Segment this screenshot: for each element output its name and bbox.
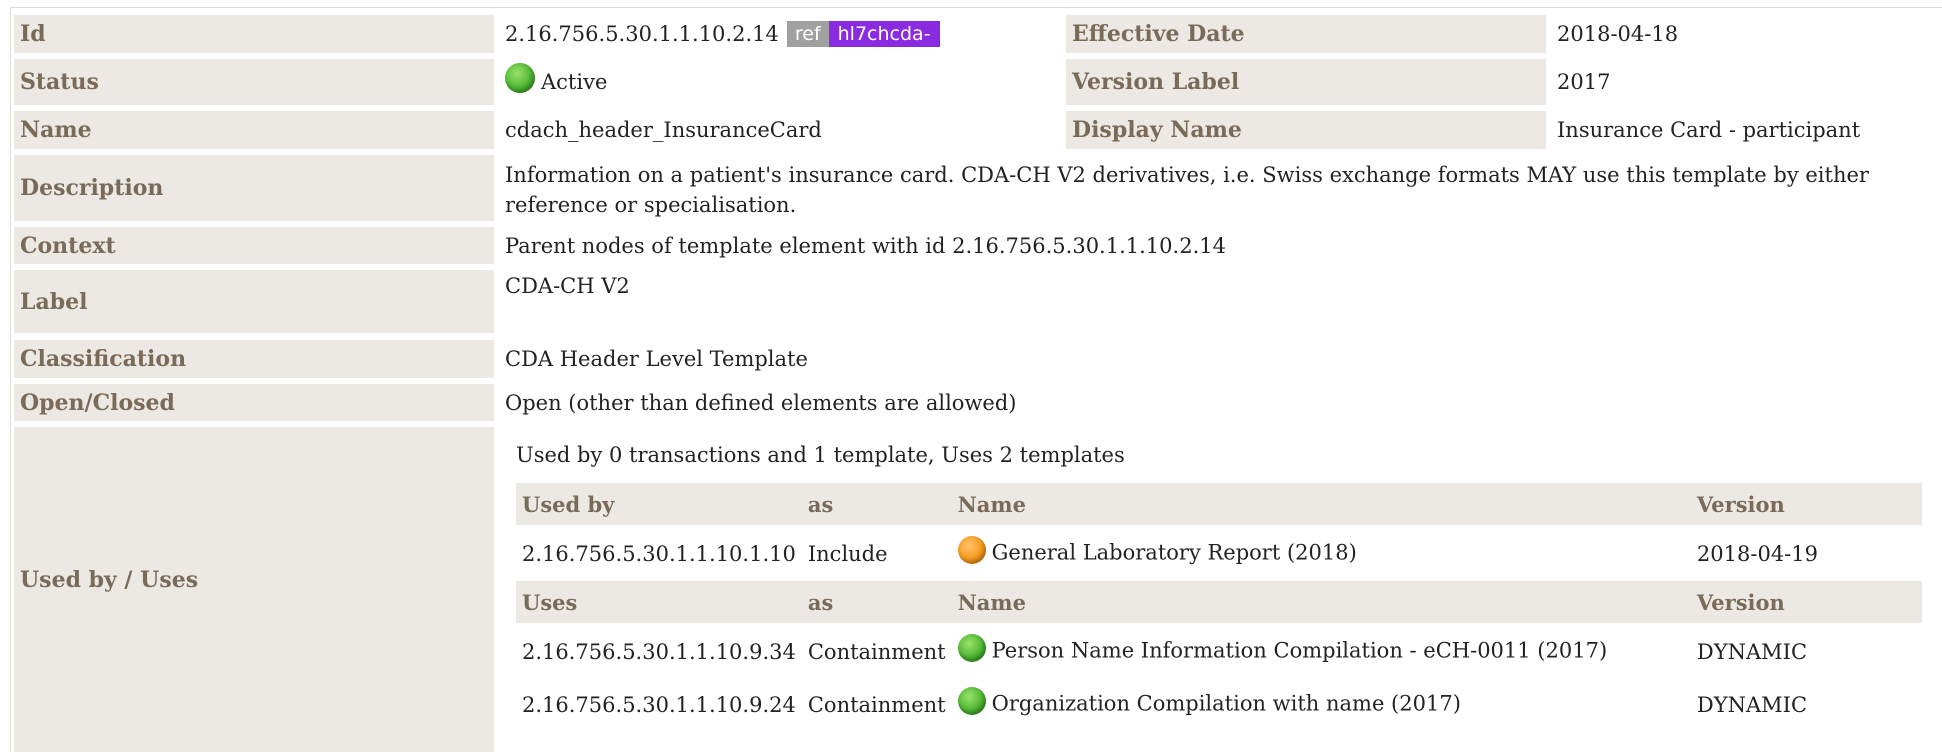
uses-version: DYNAMIC [1696, 692, 1808, 717]
uses-name-cell[interactable]: Person Name Information Compilation - eC… [952, 624, 1691, 678]
uses-id[interactable]: 2.16.756.5.30.1.1.10.9.24 [516, 678, 802, 731]
used-by-name-header: Name [951, 483, 1691, 527]
display-name-label: Display Name [1066, 111, 1546, 149]
row-open-closed: Open/Closed Open (other than defined ele… [14, 384, 1942, 421]
id-label: Id [14, 15, 494, 53]
used-by-uses-label: Used by / Uses [14, 427, 494, 752]
table-row[interactable]: 2.16.756.5.30.1.1.10.9.24 Containment Or… [516, 678, 1922, 731]
status-label: Status [14, 59, 494, 105]
green-status-icon [957, 686, 986, 715]
used-by-header: Used by [516, 483, 802, 527]
uses-as-header: as [801, 581, 952, 625]
used-by-as: Include [807, 542, 888, 566]
used-by-version-header: Version [1690, 483, 1922, 527]
row-status: Status Active Version Label 2017 [14, 59, 1942, 105]
prefix-badge: hl7chcda- [828, 21, 940, 47]
row-description: Description Information on a patient's i… [14, 155, 1942, 221]
row-context: Context Parent nodes of template element… [14, 227, 1942, 264]
uses-name[interactable]: Organization Compilation with name (2017… [992, 691, 1461, 715]
uses-as: Containment [807, 692, 946, 717]
classification-label: Classification [14, 340, 494, 378]
version-label-value: 2017 [1557, 70, 1611, 94]
label-value: CDA-CH V2 [505, 274, 630, 298]
active-status-icon [505, 63, 535, 93]
orange-status-icon [957, 536, 986, 564]
uses-name-header: Name [951, 581, 1691, 625]
uses-version: DYNAMIC [1696, 639, 1808, 664]
used-by-as-header: as [801, 483, 952, 527]
top-border [10, 7, 1942, 8]
context-value: Parent nodes of template element with id… [505, 233, 1226, 258]
used-by-name-cell[interactable]: General Laboratory Report (2018) [952, 526, 1691, 581]
row-classification: Classification CDA Header Level Template [14, 340, 1942, 378]
used-by-version: 2018-04-19 [1696, 542, 1818, 566]
row-name: Name cdach_header_InsuranceCard Display … [14, 111, 1942, 149]
usage-summary: Used by 0 transactions and 1 template, U… [516, 443, 1125, 467]
open-closed-label: Open/Closed [14, 384, 494, 421]
description-value: Information on a patient's insurance car… [505, 163, 1869, 217]
uses-header: Uses [516, 581, 802, 625]
display-name-value: Insurance Card - participant [1557, 118, 1861, 142]
left-border [10, 7, 11, 752]
used-by-header-row: Used by as Name Version [516, 483, 1922, 527]
classification-value: CDA Header Level Template [505, 347, 808, 371]
effective-date-label: Effective Date [1066, 15, 1546, 53]
status-value: Active [541, 70, 608, 94]
name-label: Name [14, 111, 494, 149]
effective-date-value: 2018-04-18 [1557, 22, 1679, 46]
ref-badge: ref [786, 21, 829, 47]
usage-table: Used by as Name Version 2.16.756.5.30.1.… [516, 483, 1922, 731]
used-by-id[interactable]: 2.16.756.5.30.1.1.10.1.10 [516, 526, 802, 581]
description-label: Description [14, 155, 494, 221]
uses-name-cell[interactable]: Organization Compilation with name (2017… [952, 678, 1691, 731]
uses-version-header: Version [1690, 581, 1922, 625]
row-id: Id 2.16.756.5.30.1.1.10.2.14 ref hl7chcda… [14, 15, 1942, 53]
row-label: Label CDA-CH V2 [14, 270, 1942, 333]
version-label-label: Version Label [1066, 59, 1546, 105]
context-label: Context [14, 227, 494, 264]
table-row[interactable]: 2.16.756.5.30.1.1.10.1.10 Include Genera… [516, 526, 1922, 581]
uses-id[interactable]: 2.16.756.5.30.1.1.10.9.34 [516, 624, 802, 678]
used-by-name[interactable]: General Laboratory Report (2018) [992, 541, 1357, 565]
open-closed-value: Open (other than defined elements are al… [505, 390, 1017, 415]
label-label: Label [14, 270, 494, 333]
uses-as: Containment [807, 639, 946, 664]
green-status-icon [957, 633, 986, 662]
uses-header-row: Uses as Name Version [516, 581, 1922, 625]
id-value: 2.16.756.5.30.1.1.10.2.14 [505, 22, 779, 46]
uses-name[interactable]: Person Name Information Compilation - eC… [992, 638, 1608, 662]
table-row[interactable]: 2.16.756.5.30.1.1.10.9.34 Containment Pe… [516, 624, 1922, 678]
